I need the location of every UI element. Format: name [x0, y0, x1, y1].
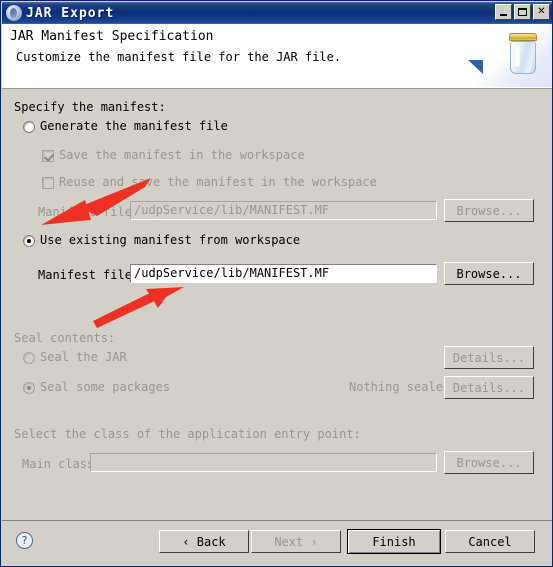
entry-point-group-label: Select the class of the application entr…	[14, 427, 361, 441]
generate-manifest-file-label: Manifest file:	[38, 205, 140, 219]
checkbox-reuse-manifest	[42, 177, 54, 189]
window-title: JAR Export	[26, 5, 115, 21]
specify-manifest-group-label: Specify the manifest:	[14, 100, 166, 114]
jar-body-icon	[510, 41, 536, 74]
radio-seal-the-jar	[23, 352, 35, 364]
radio-seal-the-jar-label: Seal the JAR	[40, 350, 127, 364]
main-class-browse-button: Browse...	[444, 451, 534, 474]
radio-use-existing-manifest-label: Use existing manifest from workspace	[40, 233, 301, 247]
jar-banner-icon	[462, 24, 552, 87]
maximize-button[interactable]	[514, 4, 531, 20]
window-controls: ✕	[495, 4, 550, 20]
minimize-icon	[500, 14, 507, 16]
existing-manifest-file-label: Manifest file:	[38, 268, 140, 282]
jar-export-icon	[6, 5, 22, 21]
cancel-button[interactable]: Cancel	[445, 530, 535, 553]
close-icon: ✕	[537, 6, 546, 17]
next-button: Next ›	[251, 530, 341, 553]
checkbox-reuse-manifest-label: Reuse and save the manifest in the works…	[59, 175, 377, 189]
generate-manifest-browse-button: Browse...	[444, 199, 534, 222]
radio-generate-manifest-label: Generate the manifest file	[40, 119, 228, 133]
existing-manifest-file-input[interactable]: /udpService/lib/MANIFEST.MF	[130, 264, 437, 283]
radio-generate-manifest[interactable]	[23, 121, 35, 133]
finish-button[interactable]: Finish	[347, 529, 441, 554]
radio-seal-some-packages-label: Seal some packages	[40, 380, 171, 394]
dialog-header: JAR Manifest Specification Customize the…	[2, 24, 552, 89]
checkbox-save-manifest	[42, 150, 54, 162]
seal-jar-details-button: Details...	[444, 346, 534, 369]
back-button[interactable]: ‹ Back	[159, 530, 249, 553]
page-description: Customize the manifest file for the JAR …	[16, 50, 342, 64]
maximize-icon	[518, 8, 527, 16]
radio-seal-some-packages	[23, 382, 35, 394]
seal-contents-group-label: Seal contents:	[14, 331, 116, 345]
seal-status-text: Nothing sealed	[349, 380, 451, 394]
page-title: JAR Manifest Specification	[10, 29, 214, 44]
jar-glyph	[507, 33, 539, 75]
checkbox-save-manifest-label: Save the manifest in the workspace	[59, 148, 305, 162]
radio-use-existing-manifest[interactable]	[23, 235, 35, 247]
title-bar: JAR Export ✕	[2, 2, 552, 24]
minimize-button[interactable]	[495, 4, 512, 20]
jar-export-dialog: JAR Export ✕ JAR Manifest Specification …	[0, 0, 553, 567]
close-button[interactable]: ✕	[533, 4, 550, 20]
dialog-body: Specify the manifest: Generate the manif…	[2, 89, 552, 520]
main-class-input	[90, 453, 437, 472]
jar-shine-icon	[515, 45, 520, 67]
generate-manifest-file-input: /udpService/lib/MANIFEST.MF	[130, 201, 437, 220]
export-arrow-icon	[468, 60, 483, 74]
help-icon[interactable]: ?	[16, 532, 33, 549]
existing-manifest-browse-button[interactable]: Browse...	[444, 262, 534, 285]
seal-packages-details-button: Details...	[444, 376, 534, 399]
jar-lid-icon	[509, 33, 537, 41]
